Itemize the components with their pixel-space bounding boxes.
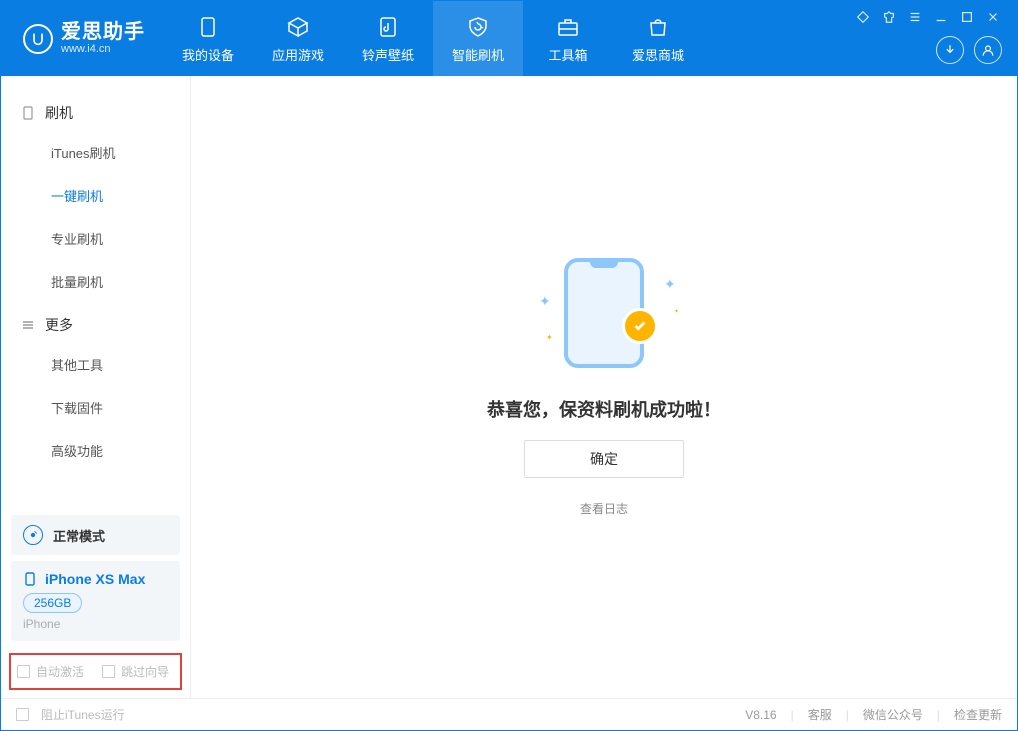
sidebar-item-advanced[interactable]: 高级功能 <box>1 429 190 472</box>
checkbox-skip-guide[interactable]: 跳过向导 <box>102 663 169 680</box>
nav-toolbox[interactable]: 工具箱 <box>523 1 613 76</box>
sidebar-group-flash: 刷机 <box>1 91 190 131</box>
statusbar: 阻止iTunes运行 V8.16 | 客服 | 微信公众号 | 检查更新 <box>1 698 1017 730</box>
view-log-link[interactable]: 查看日志 <box>580 500 628 517</box>
nav-store[interactable]: 爱思商城 <box>613 1 703 76</box>
ok-button[interactable]: 确定 <box>524 440 684 478</box>
nav-ringtones-wallpapers[interactable]: 铃声壁纸 <box>343 1 433 76</box>
version-label: V8.16 <box>745 708 776 722</box>
sidebar-item-download-firmware[interactable]: 下载固件 <box>1 386 190 429</box>
checkbox-auto-activate[interactable]: 自动激活 <box>17 663 84 680</box>
logo[interactable]: 爱思助手 www.i4.cn <box>1 1 163 76</box>
skin-icon[interactable] <box>881 9 897 25</box>
sidebar-item-batch-flash[interactable]: 批量刷机 <box>1 260 190 303</box>
checkmark-badge-icon <box>622 308 658 344</box>
more-icon <box>21 318 35 332</box>
device-storage: 256GB <box>23 593 82 613</box>
main-content: ✦ ✦ ✦ ✦ 恭喜您，保资料刷机成功啦！ 确定 查看日志 <box>191 76 1017 698</box>
download-button[interactable] <box>936 36 964 64</box>
header: 爱思助手 www.i4.cn 我的设备 应用游戏 铃声壁纸 智能刷机 <box>1 1 1017 76</box>
sidebar-item-itunes-flash[interactable]: iTunes刷机 <box>1 131 190 174</box>
maximize-icon[interactable] <box>959 9 975 25</box>
device-type: iPhone <box>23 617 168 631</box>
sparkle-icon: ✦ <box>546 333 553 342</box>
device-card[interactable]: iPhone XS Max 256GB iPhone <box>11 561 180 641</box>
shop-bag-icon <box>645 14 671 40</box>
status-link-support[interactable]: 客服 <box>808 706 832 723</box>
device-phone-icon <box>23 572 37 586</box>
sidebar-item-other-tools[interactable]: 其他工具 <box>1 343 190 386</box>
status-link-wechat[interactable]: 微信公众号 <box>863 706 923 723</box>
sparkle-icon: ✦ <box>674 308 679 315</box>
nav-apps-games[interactable]: 应用游戏 <box>253 1 343 76</box>
sparkle-icon: ✦ <box>664 276 676 293</box>
status-link-update[interactable]: 检查更新 <box>954 706 1002 723</box>
device-name: iPhone XS Max <box>45 571 145 587</box>
briefcase-icon <box>555 14 581 40</box>
device-icon <box>21 106 35 120</box>
app-name: 爱思助手 <box>61 22 145 42</box>
cube-icon <box>285 14 311 40</box>
u-icon <box>30 31 46 47</box>
sidebar-item-onekey-flash[interactable]: 一键刷机 <box>1 174 190 217</box>
sidebar-group-more: 更多 <box>1 303 190 343</box>
app-domain: www.i4.cn <box>61 44 145 55</box>
minimize-icon[interactable] <box>933 9 949 25</box>
mode-label: 正常模式 <box>53 526 105 545</box>
menu-icon[interactable] <box>907 9 923 25</box>
nav-smart-flash[interactable]: 智能刷机 <box>433 1 523 76</box>
mode-card[interactable]: 正常模式 <box>11 515 180 555</box>
close-icon[interactable] <box>985 9 1001 25</box>
sparkle-icon: ✦ <box>539 293 551 310</box>
mode-normal-icon <box>23 525 43 545</box>
feedback-icon[interactable] <box>855 9 871 25</box>
checkbox-block-itunes[interactable]: 阻止iTunes运行 <box>16 706 125 723</box>
phone-icon <box>195 14 221 40</box>
sidebar: 刷机 iTunes刷机 一键刷机 专业刷机 批量刷机 更多 其他工具 下载固件 … <box>1 76 191 698</box>
refresh-shield-icon <box>465 14 491 40</box>
success-illustration: ✦ ✦ ✦ ✦ <box>514 258 694 378</box>
account-button[interactable] <box>974 36 1002 64</box>
app-window: 爱思助手 www.i4.cn 我的设备 应用游戏 铃声壁纸 智能刷机 <box>0 0 1018 731</box>
success-message: 恭喜您，保资料刷机成功啦！ <box>487 396 721 422</box>
sidebar-item-pro-flash[interactable]: 专业刷机 <box>1 217 190 260</box>
nav: 我的设备 应用游戏 铃声壁纸 智能刷机 工具箱 爱思商城 <box>163 1 703 76</box>
nav-my-device[interactable]: 我的设备 <box>163 1 253 76</box>
options-highlight-box: 自动激活 跳过向导 <box>9 653 182 690</box>
music-file-icon <box>375 14 401 40</box>
logo-icon <box>23 24 53 54</box>
body: 刷机 iTunes刷机 一键刷机 专业刷机 批量刷机 更多 其他工具 下载固件 … <box>1 76 1017 698</box>
